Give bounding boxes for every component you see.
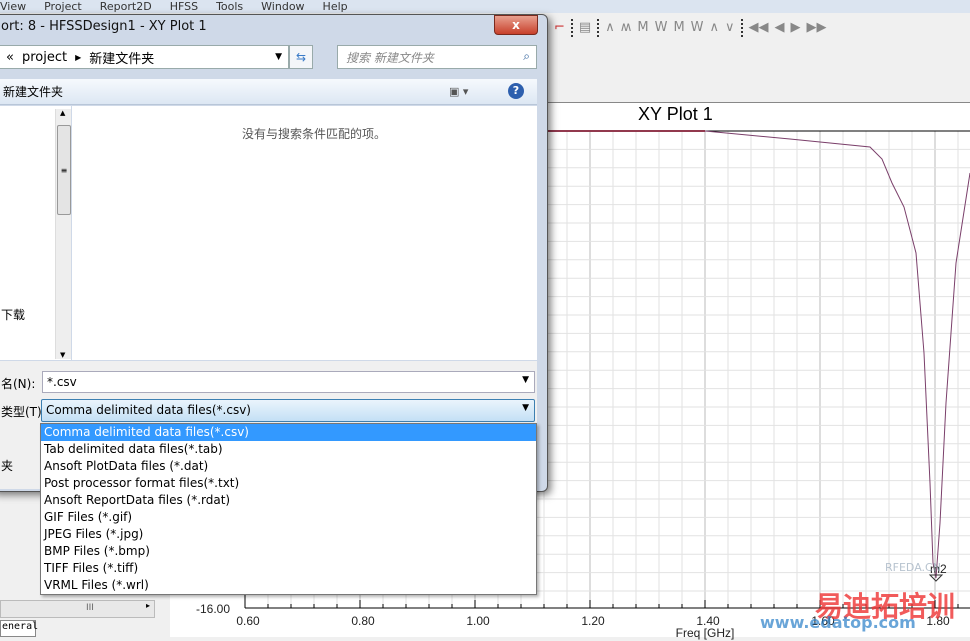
chevron-right-icon[interactable]: ▶ bbox=[75, 53, 81, 62]
menu-hfss[interactable]: HFSS bbox=[170, 0, 198, 13]
filetype-value: Comma delimited data files(*.csv) bbox=[46, 403, 251, 417]
dialog-title: ort: 8 - HFSSDesign1 - XY Plot 1 bbox=[1, 19, 207, 34]
filetype-option[interactable]: GIF Files (*.gif) bbox=[41, 509, 536, 526]
divider bbox=[740, 18, 743, 37]
divider bbox=[570, 18, 573, 37]
filetype-option[interactable]: TIFF Files (*.tiff) bbox=[41, 560, 536, 577]
filetype-label: 类型(T): bbox=[1, 405, 46, 419]
breadcrumb-folder[interactable]: 新建文件夹 bbox=[89, 48, 154, 67]
search-icon[interactable]: ⌕ bbox=[523, 49, 530, 64]
chevron-down-icon[interactable]: ▼ bbox=[275, 52, 282, 62]
nav-item-downloads[interactable]: 下载 bbox=[1, 306, 25, 323]
menu-project[interactable]: Project bbox=[44, 0, 82, 13]
hide-folders-button[interactable]: 夹 bbox=[1, 457, 13, 474]
breadcrumb-overflow[interactable]: « bbox=[6, 50, 14, 65]
filetype-option[interactable]: Ansoft PlotData files (*.dat) bbox=[41, 458, 536, 475]
filetype-select[interactable]: Comma delimited data files(*.csv) ▼ bbox=[41, 399, 535, 422]
scroll-grip[interactable]: III bbox=[86, 603, 94, 613]
filetype-dropdown: Comma delimited data files(*.csv) Tab del… bbox=[40, 423, 537, 595]
peaks-icon[interactable]: ʍ bbox=[621, 20, 632, 35]
search-placeholder: 搜索 新建文件夹 bbox=[346, 51, 434, 65]
next-min-icon[interactable]: W bbox=[655, 20, 668, 35]
horizontal-scrollbar[interactable]: III ▸ bbox=[0, 600, 155, 618]
menu-window[interactable]: Window bbox=[261, 0, 304, 13]
search-input[interactable]: 搜索 新建文件夹 ⌕ bbox=[337, 45, 537, 69]
divider bbox=[597, 18, 600, 37]
x-tick-label: 1.00 bbox=[466, 614, 490, 628]
filetype-option[interactable]: BMP Files (*.bmp) bbox=[41, 543, 536, 560]
scroll-right-icon[interactable]: ▸ bbox=[146, 601, 150, 610]
table-icon[interactable]: ▤ bbox=[579, 20, 591, 35]
empty-message: 没有与搜索条件匹配的项。 bbox=[242, 127, 387, 141]
scroll-up-icon[interactable]: ▲ bbox=[60, 109, 65, 117]
x-axis-label: Freq [GHz] bbox=[676, 626, 735, 640]
view-options-icon[interactable]: ▣ ▾ bbox=[449, 85, 468, 98]
menu-bar: View Project Report2D HFSS Tools Window Help bbox=[0, 0, 970, 13]
menu-help[interactable]: Help bbox=[323, 0, 348, 13]
filetype-option[interactable]: Post processor format files(*.txt) bbox=[41, 475, 536, 492]
watermark-small: RFEDA.CN bbox=[885, 561, 941, 574]
menu-report2d[interactable]: Report2D bbox=[100, 0, 152, 13]
chevron-down-icon[interactable]: ▼ bbox=[522, 375, 529, 385]
help-icon[interactable]: ? bbox=[508, 83, 524, 99]
close-button[interactable]: x bbox=[494, 15, 538, 35]
first-icon[interactable]: ◀◀ bbox=[749, 20, 769, 35]
local-min-icon[interactable]: ∨ bbox=[725, 20, 735, 35]
filename-input[interactable]: *.csv ▼ bbox=[42, 371, 535, 393]
filetype-option[interactable]: Ansoft ReportData files (*.rdat) bbox=[41, 492, 536, 509]
filename-value: *.csv bbox=[47, 375, 77, 389]
nav-scrollbar[interactable]: ▲ ≡ ▼ bbox=[55, 109, 71, 359]
menu-tools[interactable]: Tools bbox=[216, 0, 243, 13]
scroll-down-icon[interactable]: ▼ bbox=[60, 351, 65, 359]
last-icon[interactable]: ▶▶ bbox=[807, 20, 827, 35]
curve-icon[interactable]: ⌐ bbox=[554, 20, 565, 35]
chevron-down-icon[interactable]: ▼ bbox=[522, 403, 529, 413]
next-peak-icon[interactable]: M bbox=[637, 20, 648, 35]
file-list[interactable] bbox=[72, 106, 537, 360]
prev-icon[interactable]: ◀ bbox=[775, 20, 785, 35]
next-icon[interactable]: ▶ bbox=[791, 20, 801, 35]
x-tick-label: 1.20 bbox=[581, 614, 605, 628]
tab-general[interactable]: eneral bbox=[0, 620, 38, 637]
refresh-icon[interactable]: ⇆ bbox=[289, 45, 313, 69]
scroll-thumb[interactable]: ≡ bbox=[57, 125, 71, 215]
plot-title: XY Plot 1 bbox=[638, 104, 713, 124]
filetype-option[interactable]: VRML Files (*.wrl) bbox=[41, 577, 536, 594]
filename-label: 名(N): bbox=[1, 377, 36, 391]
filetype-option[interactable]: JPEG Files (*.jpg) bbox=[41, 526, 536, 543]
new-folder-button[interactable]: 新建文件夹 bbox=[3, 85, 63, 99]
peak-icon[interactable]: M bbox=[673, 20, 684, 35]
max-marker-icon[interactable]: ∧ bbox=[605, 20, 615, 35]
watermark-url: www.edatop.com bbox=[760, 613, 916, 632]
filetype-option[interactable]: Tab delimited data files(*.tab) bbox=[41, 441, 536, 458]
address-bar[interactable]: « project ▶ 新建文件夹 ▼ bbox=[0, 45, 289, 69]
local-max-icon[interactable]: ∧ bbox=[710, 20, 720, 35]
breadcrumb-project[interactable]: project bbox=[22, 50, 67, 65]
x-tick-label: 0.60 bbox=[236, 614, 260, 628]
menu-view[interactable]: View bbox=[0, 0, 26, 13]
filetype-option[interactable]: Comma delimited data files(*.csv) bbox=[41, 424, 536, 441]
x-tick-label: 0.80 bbox=[351, 614, 375, 628]
y-tick-label: -16.00 bbox=[196, 602, 230, 616]
toolbar: ⌐ ▤ ∧ ʍ M W M W ∧ ∨ ◀◀ ◀ ▶ ▶▶ bbox=[548, 13, 970, 42]
min-icon[interactable]: W bbox=[691, 20, 704, 35]
